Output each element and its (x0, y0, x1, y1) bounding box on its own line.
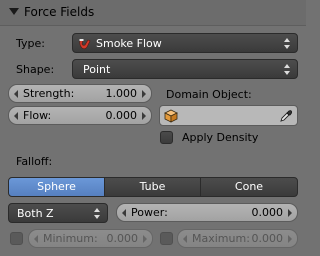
strength-label: Strength: (23, 87, 75, 100)
minimum-label: Minimum: (43, 232, 98, 245)
tab-cone[interactable]: Cone (200, 177, 298, 197)
maximum-label: Maximum: (192, 232, 250, 245)
falloff-label: Falloff: (16, 155, 53, 168)
tab-sphere[interactable]: Sphere (8, 177, 105, 197)
decrement-arrow-icon[interactable] (122, 209, 126, 217)
flow-value: 0.000 (105, 109, 138, 122)
increment-arrow-icon[interactable] (288, 209, 292, 217)
increment-arrow-icon[interactable] (143, 235, 147, 243)
use-maximum-checkbox[interactable] (160, 232, 173, 245)
smoke-pipe-icon (79, 39, 91, 50)
strength-value: 1.000 (105, 87, 138, 100)
updown-arrows-icon (284, 38, 291, 49)
apply-density-label: Apply Density (182, 131, 259, 144)
flow-label: Flow: (23, 109, 52, 122)
object-cube-icon (164, 109, 178, 123)
apply-density-checkbox[interactable] (160, 131, 173, 144)
updown-arrows-icon (94, 208, 101, 219)
power-label: Power: (131, 206, 168, 219)
decrement-arrow-icon[interactable] (14, 112, 18, 120)
maximum-value: 0.000 (251, 232, 284, 245)
shape-dropdown[interactable]: Point (72, 59, 298, 79)
power-field[interactable]: Power: 0.000 (116, 203, 298, 222)
decrement-arrow-icon[interactable] (34, 235, 38, 243)
tab-tube[interactable]: Tube (104, 177, 201, 197)
maximum-field[interactable]: Maximum: 0.000 (177, 229, 298, 248)
increment-arrow-icon[interactable] (288, 235, 292, 243)
shape-value: Point (83, 63, 111, 76)
decrement-arrow-icon[interactable] (14, 90, 18, 98)
domain-object-label: Domain Object: (166, 88, 252, 101)
type-label: Type: (16, 37, 45, 50)
panel-header[interactable]: Force Fields (0, 0, 306, 26)
type-value: Smoke Flow (96, 37, 162, 50)
eyedropper-icon[interactable] (279, 109, 293, 123)
updown-arrows-icon (284, 64, 291, 75)
increment-arrow-icon[interactable] (142, 90, 146, 98)
falloff-direction-dropdown[interactable]: Both Z (8, 203, 108, 223)
shape-label: Shape: (16, 63, 55, 76)
minimum-field[interactable]: Minimum: 0.000 (28, 229, 153, 248)
falloff-direction-value: Both Z (17, 207, 54, 220)
decrement-arrow-icon[interactable] (183, 235, 187, 243)
flow-field[interactable]: Flow: 0.000 (8, 106, 152, 125)
use-minimum-checkbox[interactable] (10, 232, 23, 245)
domain-object-field[interactable] (159, 105, 298, 126)
panel-title: Force Fields (24, 5, 95, 19)
increment-arrow-icon[interactable] (142, 112, 146, 120)
minimum-value: 0.000 (106, 232, 139, 245)
strength-field[interactable]: Strength: 1.000 (8, 84, 152, 103)
disclosure-triangle-icon[interactable] (9, 8, 19, 15)
power-value: 0.000 (251, 206, 284, 219)
type-dropdown[interactable]: Smoke Flow (72, 33, 298, 53)
